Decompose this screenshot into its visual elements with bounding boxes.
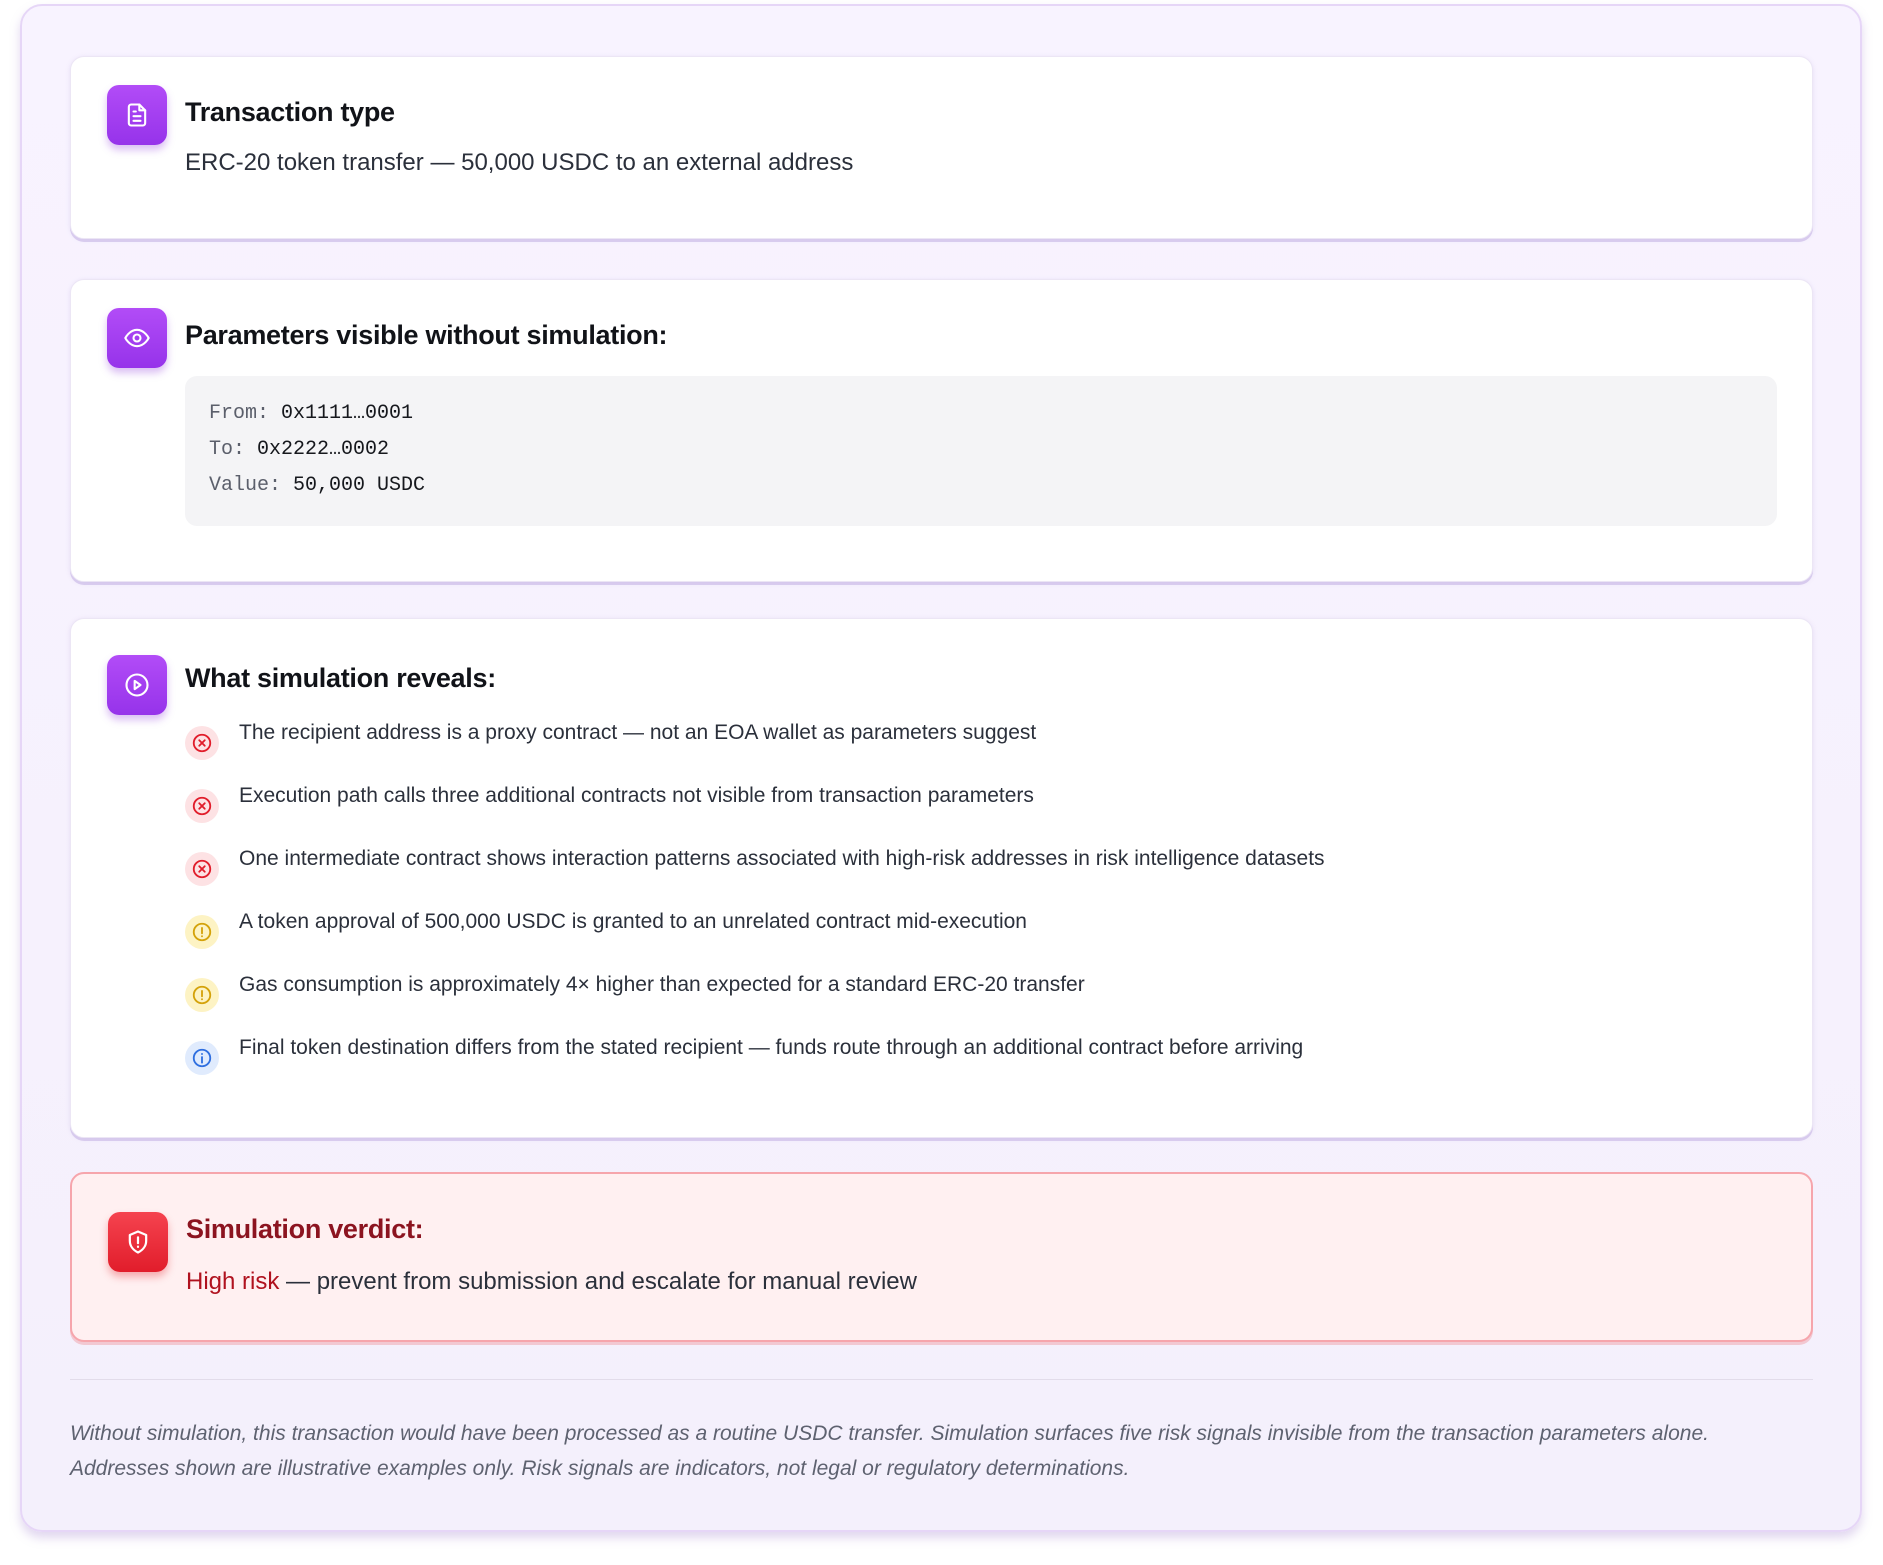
play-circle-icon	[107, 655, 167, 715]
simulation-card: What simulation reveals: The recipient a…	[70, 618, 1813, 1138]
parameters-code-block: From: 0x1111…0001 To: 0x2222…0002 Value:…	[185, 376, 1777, 526]
transaction-type-title: Transaction type	[185, 97, 395, 127]
analysis-panel: Transaction type ERC-20 token transfer —…	[20, 4, 1862, 1532]
divider	[70, 1379, 1813, 1380]
parameter-key: Value:	[209, 474, 282, 497]
signal-text: A token approval of 500,000 USDC is gran…	[239, 910, 1027, 933]
footnote: Without simulation, this transaction wou…	[70, 1416, 1830, 1486]
transaction-type-card: Transaction type ERC-20 token transfer —…	[70, 56, 1813, 239]
parameter-key: To:	[209, 438, 246, 461]
simulation-title: What simulation reveals:	[185, 663, 496, 693]
parameter-row-value: Value: 50,000 USDC	[209, 468, 1753, 504]
x-circle-icon	[185, 726, 219, 760]
list-item: The recipient address is a proxy contrac…	[185, 719, 1785, 782]
footnote-line-1: Without simulation, this transaction wou…	[70, 1422, 1709, 1445]
list-item: A token approval of 500,000 USDC is gran…	[185, 908, 1785, 971]
shield-alert-icon	[108, 1212, 168, 1272]
transaction-type-description: ERC-20 token transfer — 50,000 USDC to a…	[185, 149, 854, 176]
verdict-card: Simulation verdict: High risk — prevent …	[70, 1172, 1813, 1342]
signal-text: The recipient address is a proxy contrac…	[239, 721, 1037, 744]
parameters-title: Parameters visible without simulation:	[185, 320, 668, 350]
verdict-title: Simulation verdict:	[186, 1214, 424, 1244]
parameters-card: Parameters visible without simulation: F…	[70, 279, 1813, 582]
signal-text: Gas consumption is approximately 4× high…	[239, 973, 1085, 996]
verdict-text: High risk — prevent from submission and …	[186, 1268, 917, 1296]
verdict-risk-level: High risk	[186, 1268, 280, 1295]
x-circle-icon	[185, 852, 219, 886]
signal-text: Final token destination differs from the…	[239, 1036, 1304, 1059]
parameter-key: From:	[209, 402, 270, 425]
parameter-row-to: To: 0x2222…0002	[209, 432, 1753, 468]
alert-circle-icon	[185, 915, 219, 949]
list-item: Final token destination differs from the…	[185, 1034, 1785, 1097]
alert-circle-icon	[185, 978, 219, 1012]
parameter-value: 0x2222…0002	[257, 438, 390, 461]
list-item: One intermediate contract shows interact…	[185, 845, 1785, 908]
footnote-line-2: Addresses shown are illustrative example…	[70, 1457, 1130, 1480]
parameter-value: 0x1111…0001	[281, 402, 414, 425]
document-icon	[107, 85, 167, 145]
list-item: Gas consumption is approximately 4× high…	[185, 971, 1785, 1034]
parameter-row-from: From: 0x1111…0001	[209, 396, 1753, 432]
signal-text: One intermediate contract shows interact…	[239, 847, 1325, 870]
eye-icon	[107, 308, 167, 368]
parameter-value: 50,000 USDC	[293, 474, 426, 497]
signal-text: Execution path calls three additional co…	[239, 784, 1034, 807]
risk-signal-list: The recipient address is a proxy contrac…	[185, 719, 1785, 1097]
list-item: Execution path calls three additional co…	[185, 782, 1785, 845]
info-circle-icon	[185, 1041, 219, 1075]
verdict-action: — prevent from submission and escalate f…	[279, 1268, 917, 1295]
x-circle-icon	[185, 789, 219, 823]
